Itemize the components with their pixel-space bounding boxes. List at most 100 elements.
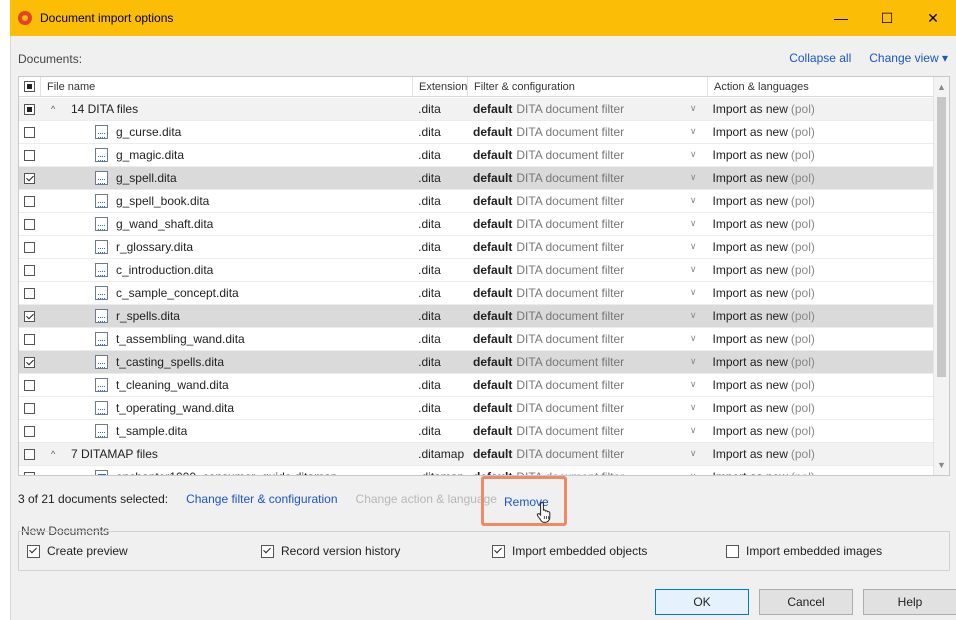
action-cell[interactable]: Import as new(pol) [707,305,934,328]
row-checkbox[interactable] [24,356,36,368]
cancel-button[interactable]: Cancel [759,589,853,615]
filter-dropdown[interactable]: defaultDITA document filter∨ [467,374,706,397]
row-select-cell[interactable] [19,98,41,121]
maximize-button[interactable]: ☐ [864,0,910,36]
collapse-chevron-icon[interactable]: ^ [51,449,63,459]
table-row[interactable]: t_cleaning_wand.dita .dita default DITA doc… [19,374,933,397]
filter-dropdown[interactable]: defaultDITA document filter∨ [467,305,706,328]
filter-dropdown[interactable]: defaultDITA document filter∨ [467,213,706,236]
row-checkbox[interactable] [24,402,36,414]
row-select-cell[interactable] [19,167,41,190]
table-row[interactable]: t_sample.dita .dita default DITA document f… [19,420,933,443]
filter-dropdown[interactable]: defaultDITA document filter∨ [467,282,706,305]
action-cell[interactable]: Import as new(pol) [707,259,934,282]
vertical-scrollbar[interactable]: ▲ ▼ [933,77,949,475]
filter-dropdown[interactable]: defaultDITA document filter∨ [467,466,706,476]
row-select-cell[interactable] [19,236,41,259]
group-row[interactable]: ^ 7 DITAMAP files .ditamap default DITA docu… [19,443,933,466]
chevron-down-icon[interactable]: ∨ [690,126,697,137]
collapse-chevron-icon[interactable]: ^ [51,104,63,114]
action-cell[interactable]: Import as new(pol) [707,328,934,351]
action-cell[interactable]: Import as new(pol) [707,167,934,190]
scroll-down-icon[interactable]: ▼ [934,457,949,473]
chevron-down-icon[interactable]: ∨ [690,402,697,413]
chevron-down-icon[interactable]: ∨ [690,264,697,275]
row-checkbox[interactable] [24,218,36,230]
select-all-checkbox[interactable] [24,81,35,92]
filter-dropdown[interactable]: defaultDITA document filter∨ [467,259,706,282]
row-select-cell[interactable] [19,259,41,282]
row-select-cell[interactable] [19,144,41,167]
row-checkbox[interactable] [24,172,36,184]
action-cell[interactable]: Import as new(pol) [707,213,934,236]
header-select-all-cell[interactable] [19,77,41,96]
row-checkbox[interactable] [24,425,36,437]
filter-dropdown[interactable]: defaultDITA document filter∨ [467,144,706,167]
table-row[interactable]: c_introduction.dita .dita default DITA docu… [19,259,933,282]
create-preview-option[interactable]: Create preview [27,544,128,558]
filter-dropdown[interactable]: defaultDITA document filter∨ [467,121,706,144]
table-row[interactable]: c_sample_concept.dita .dita default DITA do… [19,282,933,305]
record-version-history-checkbox[interactable] [261,544,274,558]
row-checkbox[interactable] [24,287,36,299]
row-checkbox[interactable] [24,103,36,115]
group-row[interactable]: ^ 14 DITA files .dita default DITA document … [19,98,933,121]
action-cell[interactable]: Import as new(pol) [707,236,934,259]
action-cell[interactable]: Import as new(pol) [707,397,934,420]
action-cell[interactable]: Import as new(pol) [707,282,934,305]
filter-dropdown[interactable]: defaultDITA document filter∨ [467,236,706,259]
action-cell[interactable]: Import as new(pol) [707,466,934,475]
column-header-action[interactable]: Action & languages [708,77,935,96]
row-checkbox[interactable] [24,126,36,138]
help-button[interactable]: Help [863,589,956,615]
chevron-down-icon[interactable]: ∨ [690,172,697,183]
row-checkbox[interactable] [24,264,36,276]
filter-dropdown[interactable]: defaultDITA document filter∨ [467,397,706,420]
chevron-down-icon[interactable]: ∨ [690,471,697,476]
filter-dropdown[interactable]: defaultDITA document filter∨ [467,167,706,190]
action-cell[interactable]: Import as new(pol) [707,443,934,466]
minimize-button[interactable]: — [818,0,864,36]
import-embedded-images-checkbox[interactable] [726,544,739,558]
row-select-cell[interactable] [19,282,41,305]
row-select-cell[interactable] [19,351,41,374]
create-preview-checkbox[interactable] [27,544,40,558]
column-header-extension[interactable]: Extension [413,77,468,96]
row-checkbox[interactable] [24,149,36,161]
filter-dropdown[interactable]: defaultDITA document filter∨ [467,190,706,213]
action-cell[interactable]: Import as new(pol) [707,351,934,374]
chevron-down-icon[interactable]: ∨ [690,333,697,344]
row-select-cell[interactable] [19,213,41,236]
row-select-cell[interactable] [19,190,41,213]
row-select-cell[interactable] [19,466,41,475]
chevron-down-icon[interactable]: ∨ [690,241,697,252]
table-row[interactable]: g_curse.dita .dita default DITA document fi… [19,121,933,144]
chevron-down-icon[interactable]: ∨ [690,448,697,459]
table-row[interactable]: enchanter1000_consumer_guide.ditamap .dit… [19,466,934,476]
collapse-all-link[interactable]: Collapse all [789,51,851,65]
column-header-filter[interactable]: Filter & configuration [468,77,708,96]
table-row[interactable]: t_casting_spells.dita .dita default DITA do… [19,351,933,374]
row-select-cell[interactable] [19,443,41,466]
ok-button[interactable]: OK [655,589,749,615]
row-checkbox[interactable] [24,333,36,345]
action-cell[interactable]: Import as new(pol) [707,190,934,213]
filter-dropdown[interactable]: defaultDITA document filter∨ [467,443,706,466]
table-row[interactable]: g_wand_shaft.dita .dita default DITA docume… [19,213,933,236]
change-view-link[interactable]: Change view ▾ [869,51,948,65]
column-header-file-name[interactable]: File name [41,77,413,96]
action-cell[interactable]: Import as new(pol) [707,98,934,121]
table-row[interactable]: r_glossary.dita .dita default DITA document… [19,236,933,259]
table-row[interactable]: r_spells.dita .dita default DITA document f… [19,305,933,328]
table-row[interactable]: t_assembling_wand.dita .dita default DITA d… [19,328,933,351]
chevron-down-icon[interactable]: ∨ [690,149,697,160]
change-filter-link[interactable]: Change filter & configuration [186,492,337,506]
row-checkbox[interactable] [24,310,36,322]
scroll-up-icon[interactable]: ▲ [934,79,949,95]
table-row[interactable]: g_spell_book.dita .dita default DITA docume… [19,190,933,213]
action-cell[interactable]: Import as new(pol) [707,121,934,144]
chevron-down-icon[interactable]: ∨ [690,218,697,229]
row-select-cell[interactable] [19,397,41,420]
row-checkbox[interactable] [24,471,36,475]
import-embedded-images-option[interactable]: Import embedded images [726,544,882,558]
